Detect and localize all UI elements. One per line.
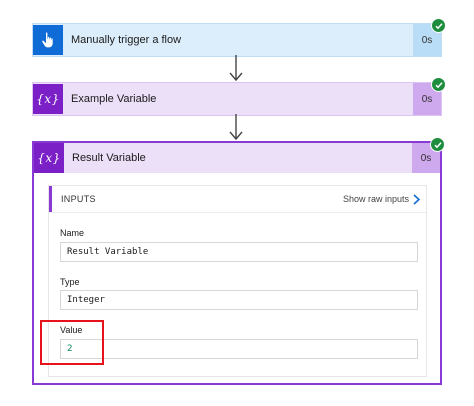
inputs-panel: INPUTS Show raw inputs Name Result Varia…: [48, 185, 427, 377]
trigger-step-card[interactable]: Manually trigger a flow 0s: [32, 18, 446, 57]
result-variable-step-title: Result Variable: [72, 152, 146, 164]
success-check-icon: [430, 137, 445, 152]
variable-icon: {x}: [33, 84, 63, 114]
name-field-label: Name: [60, 228, 85, 238]
down-arrow-icon: [229, 114, 243, 141]
chevron-right-icon[interactable]: [413, 193, 420, 205]
touch-hand-icon: [33, 25, 63, 55]
inputs-header: INPUTS Show raw inputs: [49, 186, 426, 213]
trigger-step-title: Manually trigger a flow: [71, 34, 182, 46]
type-field-value[interactable]: Integer: [60, 290, 418, 310]
inputs-title: INPUTS: [61, 194, 96, 204]
example-variable-step-card[interactable]: {x} Example Variable 0s: [32, 77, 446, 116]
success-check-icon: [431, 18, 446, 33]
value-field-value[interactable]: 2: [60, 339, 418, 359]
success-check-icon: [431, 77, 446, 92]
example-variable-step-title: Example Variable: [71, 93, 157, 105]
show-raw-inputs-link[interactable]: Show raw inputs: [343, 194, 409, 204]
type-field-label: Type: [60, 277, 80, 287]
name-field-value[interactable]: Result Variable: [60, 242, 418, 262]
trigger-step-header[interactable]: Manually trigger a flow 0s: [32, 18, 446, 57]
result-variable-step-header[interactable]: {x} Result Variable 0s: [34, 137, 445, 173]
down-arrow-icon: [229, 55, 243, 82]
example-variable-step-header[interactable]: {x} Example Variable 0s: [32, 77, 446, 116]
variable-icon: {x}: [34, 143, 64, 173]
inputs-accent-bar: [49, 186, 52, 212]
value-highlight-box: [40, 320, 104, 365]
